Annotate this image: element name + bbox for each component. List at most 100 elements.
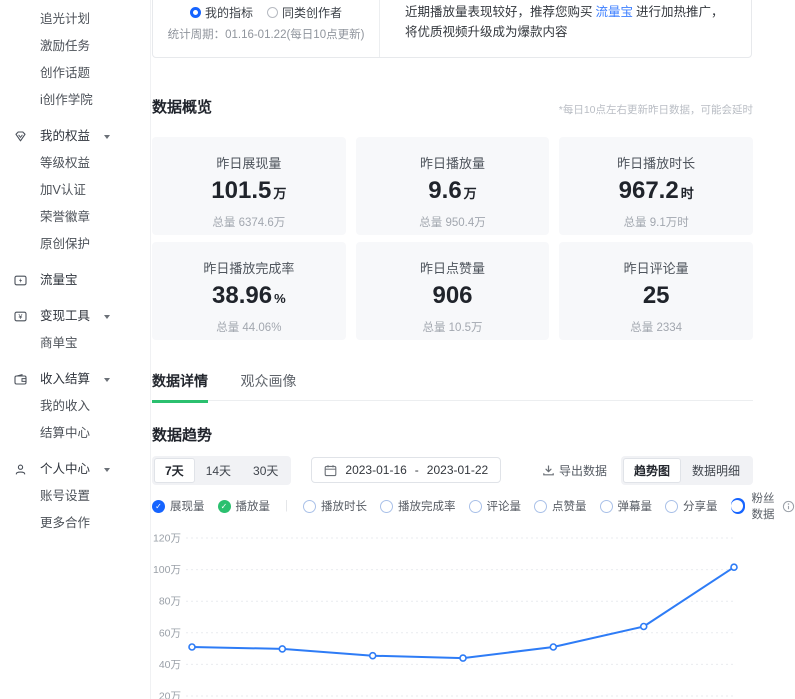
sidebar-item-label: 账号设置 [40, 489, 90, 503]
sidebar-item-my-income[interactable]: 我的收入 [0, 393, 150, 420]
sidebar-item-honor-badges[interactable]: 荣誉徽章 [0, 204, 150, 231]
legend-label: 评论量 [487, 498, 522, 514]
stat-card-0: 昨日展现量101.5万总量 6374.6万 [152, 137, 346, 235]
radio-my-metrics[interactable]: 我的指标 [190, 4, 253, 21]
radio-peer-creators[interactable]: 同类创作者 [267, 4, 342, 21]
checkbox-unchecked-icon [534, 500, 547, 513]
sidebar-item-more-cooperation[interactable]: 更多合作 [0, 510, 150, 537]
trend-line-chart: 120万100万80万60万40万20万 [152, 530, 753, 699]
sidebar-item-label: 原创保护 [40, 237, 90, 251]
stat-card-3: 昨日播放完成率38.96%总量 44.06% [152, 242, 346, 340]
stat-card-label: 昨日播放完成率 [152, 258, 346, 277]
sidebar-item-creation-academy[interactable]: i创作学院 [0, 87, 150, 114]
sidebar-item-label: 个人中心 [40, 462, 90, 476]
legend-comments[interactable]: 评论量 [469, 498, 522, 514]
stat-card-label: 昨日评论量 [559, 258, 753, 277]
date-range-start: 2023-01-16 [345, 463, 406, 477]
range-option-1[interactable]: 14天 [195, 458, 242, 483]
sidebar-item-personal-center[interactable]: 个人中心 [0, 456, 150, 483]
legend-watch-time[interactable]: 播放时长 [303, 498, 367, 514]
range-option-0[interactable]: 7天 [154, 458, 195, 483]
stat-card-value-row: 906 [356, 282, 550, 310]
legend-impressions[interactable]: ✓展现量 [152, 498, 205, 514]
top-summary-card: 我的指标 同类创作者 统计周期：01.16-01.22(每日10点更新) 近期播… [152, 0, 752, 58]
sidebar-item-creation-topics[interactable]: 创作话题 [0, 60, 150, 87]
checkbox-unchecked-icon [303, 500, 316, 513]
sidebar: 追光计划激励任务创作话题 i创作学院我的权益等级权益加V认证荣誉徽章原创保护流量宝… [0, 0, 151, 699]
date-range-segment: 7天14天30天 [152, 456, 291, 485]
legend-plays[interactable]: ✓ 播放量 [218, 498, 271, 514]
export-data-label: 导出数据 [559, 462, 607, 479]
tab-data-detail[interactable]: 数据详情 [152, 371, 208, 403]
y-axis-tick-label: 40万 [159, 659, 181, 671]
sidebar-item-label: 加V认证 [40, 183, 86, 197]
chevron-down-icon [104, 378, 110, 382]
view-option-1[interactable]: 数据明细 [681, 458, 751, 483]
sidebar-item-chasing-light-plan[interactable]: 追光计划 [0, 6, 150, 33]
promo-text-panel: 近期播放量表现较好，推荐您购买流量宝进行加热推广，将优质视频升级成为爆款内容 [379, 0, 751, 57]
sidebar-item-label: i创作学院 [40, 93, 93, 107]
stats-period-text: 统计周期：01.16-01.22(每日10点更新) [153, 26, 379, 42]
sidebar-item-traffic-booster[interactable]: 流量宝 [0, 267, 150, 294]
overview-update-note: *每日10点左右更新昨日数据，可能会延时 [559, 102, 753, 117]
sidebar-item-my-benefits[interactable]: 我的权益 [0, 123, 150, 150]
traffic-icon [14, 274, 27, 287]
stat-card-value-row: 101.5万 [152, 177, 346, 205]
export-data-button[interactable]: 导出数据 [542, 462, 607, 479]
stat-card-total: 总量 44.06% [152, 319, 346, 335]
stat-card-label: 昨日播放量 [356, 153, 550, 172]
sidebar-item-original-protection[interactable]: 原创保护 [0, 231, 150, 258]
date-range-end: 2023-01-22 [427, 463, 488, 477]
detail-tabs: 数据详情 观众画像 [152, 371, 753, 401]
chart-view-segment: 趋势图数据明细 [621, 456, 753, 485]
stat-card-label: 昨日点赞量 [356, 258, 550, 277]
overview-card-grid: 昨日展现量101.5万总量 6374.6万昨日播放量9.6万总量 950.4万昨… [152, 137, 753, 340]
stat-card-value-row: 9.6万 [356, 177, 550, 205]
stat-card-value: 25 [643, 282, 670, 309]
sidebar-item-label: 激励任务 [40, 39, 90, 53]
range-option-2[interactable]: 30天 [242, 458, 289, 483]
date-range-picker[interactable]: 2023-01-16 - 2023-01-22 [311, 457, 501, 483]
legend-label: 弹幕量 [618, 498, 653, 514]
stat-card-total: 总量 950.4万 [356, 214, 550, 230]
view-option-0[interactable]: 趋势图 [623, 458, 681, 483]
legend-label: 播放量 [236, 498, 271, 514]
sidebar-item-monetization-tools[interactable]: ¥ 变现工具 [0, 303, 150, 330]
sidebar-item-income-settlement[interactable]: 收入结算 [0, 366, 150, 393]
sidebar-item-label: 商单宝 [40, 336, 78, 350]
stat-card-value: 38.96 [212, 282, 272, 309]
legend-label: 分享量 [683, 498, 718, 514]
metric-scope-panel: 我的指标 同类创作者 统计周期：01.16-01.22(每日10点更新) [153, 0, 379, 57]
stat-card-2: 昨日播放时长967.2时总量 9.1万时 [559, 137, 753, 235]
series-line-展现量 [192, 567, 734, 658]
radio-selected-icon [190, 7, 201, 18]
legend-label: 播放完成率 [398, 498, 456, 514]
info-icon [782, 500, 795, 513]
traffic-booster-link[interactable]: 流量宝 [596, 5, 634, 19]
sidebar-item-incentive-tasks[interactable]: 激励任务 [0, 33, 150, 60]
sidebar-item-account-settings[interactable]: 账号设置 [0, 483, 150, 510]
data-point-marker [460, 655, 466, 661]
stat-card-total: 总量 10.5万 [356, 319, 550, 335]
stat-card-total: 总量 2334 [559, 319, 753, 335]
checkbox-checked-icon: ✓ [218, 500, 231, 513]
monetize-icon: ¥ [14, 310, 27, 323]
fans-data-toggle[interactable] [731, 498, 746, 514]
checkbox-unchecked-icon [665, 500, 678, 513]
sidebar-item-label: 追光计划 [40, 12, 90, 26]
legend-danmaku[interactable]: 弹幕量 [600, 498, 653, 514]
sidebar-item-level-benefits[interactable]: 等级权益 [0, 150, 150, 177]
sidebar-item-label: 变现工具 [40, 309, 90, 323]
legend-label: 展现量 [170, 498, 205, 514]
legend-completion-rate[interactable]: 播放完成率 [380, 498, 456, 514]
legend-likes[interactable]: 点赞量 [534, 498, 587, 514]
sidebar-item-commercial-orders[interactable]: 商单宝 [0, 330, 150, 357]
svg-text:¥: ¥ [19, 314, 23, 321]
stat-card-total: 总量 6374.6万 [152, 214, 346, 230]
sidebar-item-settlement-center[interactable]: 结算中心 [0, 420, 150, 447]
legend-shares[interactable]: 分享量 [665, 498, 718, 514]
stat-card-value-row: 25 [559, 282, 753, 310]
tab-audience-profile[interactable]: 观众画像 [240, 371, 296, 400]
sidebar-item-verification[interactable]: 加V认证 [0, 177, 150, 204]
sidebar-item-label: 收入结算 [40, 372, 90, 386]
